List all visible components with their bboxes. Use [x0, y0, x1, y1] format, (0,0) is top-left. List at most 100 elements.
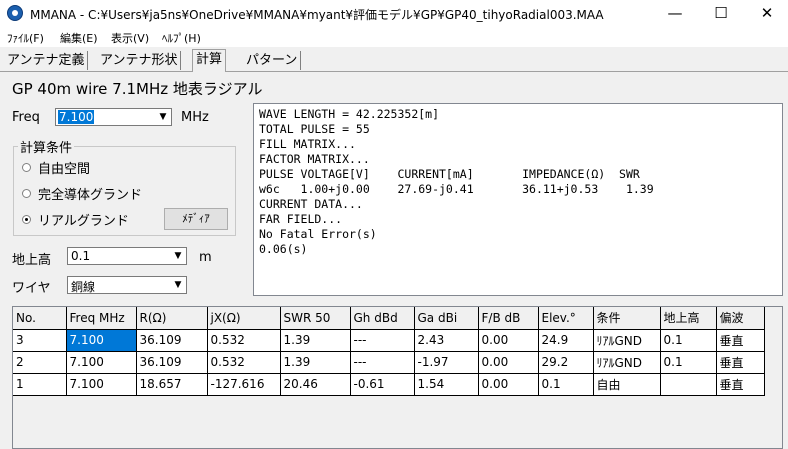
table-cell[interactable]: 0.1: [538, 373, 594, 396]
column-header[interactable]: R(Ω): [136, 307, 208, 330]
title-bar: MMANA - C:¥Users¥ja5ns¥OneDrive¥MMANA¥my…: [0, 0, 788, 27]
table-cell[interactable]: -0.61: [350, 373, 415, 396]
chevron-down-icon[interactable]: ▼: [155, 109, 171, 125]
radio-perfect-ground-label[interactable]: 完全導体グランド: [38, 184, 142, 203]
height-combo[interactable]: 0.1 ▼: [67, 247, 187, 265]
freq-combo[interactable]: 7.100 ▼: [55, 108, 172, 126]
wire-label: ワイヤ: [12, 281, 51, 296]
column-header[interactable]: 条件: [593, 307, 661, 330]
maximize-button[interactable]: ☐: [698, 0, 744, 27]
output-line: FILL MATRIX...: [259, 137, 356, 151]
table-cell[interactable]: 20.46: [280, 373, 351, 396]
table-cell[interactable]: 0.1: [660, 329, 717, 352]
chevron-down-icon[interactable]: ▼: [170, 277, 186, 293]
menu-help[interactable]: ﾍﾙﾌﾟ(H): [162, 30, 201, 46]
table-cell[interactable]: 垂直: [716, 351, 765, 374]
output-line: CURRENT DATA...: [259, 197, 363, 211]
menu-bar: ﾌｧｲﾙ(F) 編集(E) 表示(V) ﾍﾙﾌﾟ(H): [0, 27, 788, 47]
height-value: 0.1: [71, 249, 91, 263]
table-cell[interactable]: 36.109: [136, 329, 208, 352]
table-cell[interactable]: 0.1: [660, 351, 717, 374]
tab-antenna-shape[interactable]: アンテナ形状: [97, 51, 182, 70]
column-header[interactable]: Gh dBd: [350, 307, 415, 330]
tab-calculation[interactable]: 計算: [192, 49, 227, 72]
table-cell[interactable]: ---: [350, 351, 415, 374]
freq-label: Freq: [12, 110, 40, 125]
media-button[interactable]: ﾒﾃﾞｨｱ: [164, 208, 228, 230]
table-cell[interactable]: ---: [350, 329, 415, 352]
antenna-heading: GP 40m wire 7.1MHz 地表ラジアル: [12, 80, 263, 98]
output-line: 0.06(s): [259, 242, 308, 256]
table-cell[interactable]: 18.657: [136, 373, 208, 396]
calc-output-box[interactable]: WAVE LENGTH = 42.225352[m] TOTAL PULSE =…: [253, 103, 783, 296]
results-grid[interactable]: No. Freq MHz R(Ω) jX(Ω) SWR 50 Gh dBd Ga…: [12, 306, 783, 449]
radio-free-space[interactable]: [22, 163, 31, 172]
column-header[interactable]: No.: [13, 307, 67, 330]
chevron-down-icon[interactable]: ▼: [170, 248, 186, 264]
column-header[interactable]: Elev.°: [538, 307, 594, 330]
table-cell[interactable]: -127.616: [207, 373, 281, 396]
column-header[interactable]: Freq MHz: [66, 307, 137, 330]
column-header[interactable]: F/B dB: [478, 307, 539, 330]
table-cell[interactable]: 2: [13, 351, 67, 374]
table-row[interactable]: 2 7.100 36.109 0.532 1.39 --- -1.97 0.00…: [13, 351, 765, 374]
table-row[interactable]: 3 7.100 36.109 0.532 1.39 --- 2.43 0.00 …: [13, 329, 765, 352]
table-cell-selected[interactable]: 7.100: [66, 329, 137, 352]
output-line: FACTOR MATRIX...: [259, 152, 370, 166]
table-cell[interactable]: ﾘｱﾙGND: [593, 351, 661, 374]
radio-real-ground-label[interactable]: リアルグランド: [38, 210, 129, 229]
tab-pattern[interactable]: パターン: [243, 51, 302, 70]
table-cell[interactable]: 1.39: [280, 329, 351, 352]
calc-conditions-title: 計算条件: [18, 137, 75, 156]
height-label: 地上高: [12, 253, 52, 268]
column-header[interactable]: jX(Ω): [207, 307, 281, 330]
table-cell[interactable]: [660, 373, 717, 396]
table-cell[interactable]: 7.100: [66, 373, 137, 396]
radio-free-space-label[interactable]: 自由空間: [38, 158, 90, 177]
table-header-row: No. Freq MHz R(Ω) jX(Ω) SWR 50 Gh dBd Ga…: [13, 307, 765, 330]
table-cell[interactable]: 1.54: [414, 373, 479, 396]
menu-view[interactable]: 表示(V): [111, 30, 149, 46]
freq-value: 7.100: [58, 110, 95, 124]
table-cell[interactable]: 0.00: [478, 329, 539, 352]
table-cell[interactable]: 0.00: [478, 351, 539, 374]
radio-perfect-ground[interactable]: [22, 189, 31, 198]
app-icon: [7, 5, 23, 21]
table-cell[interactable]: 2.43: [414, 329, 479, 352]
column-header[interactable]: Ga dBi: [414, 307, 479, 330]
column-header[interactable]: SWR 50: [280, 307, 351, 330]
column-header[interactable]: 偏波: [716, 307, 765, 330]
table-cell[interactable]: 7.100: [66, 351, 137, 374]
table-cell[interactable]: 0.532: [207, 351, 281, 374]
table-cell[interactable]: 24.9: [538, 329, 594, 352]
freq-unit: MHz: [181, 110, 209, 125]
output-line: WAVE LENGTH = 42.225352[m]: [259, 107, 440, 121]
output-line: TOTAL PULSE = 55: [259, 122, 370, 136]
table-cell[interactable]: 垂直: [716, 329, 765, 352]
table-cell[interactable]: -1.97: [414, 351, 479, 374]
tab-antenna-definition[interactable]: アンテナ定義: [4, 51, 89, 70]
table-cell[interactable]: 1: [13, 373, 67, 396]
table-cell[interactable]: ﾘｱﾙGND: [593, 329, 661, 352]
table-cell[interactable]: 0.00: [478, 373, 539, 396]
minimize-button[interactable]: —: [652, 0, 698, 27]
table-cell[interactable]: 垂直: [716, 373, 765, 396]
table-cell[interactable]: 36.109: [136, 351, 208, 374]
menu-edit[interactable]: 編集(E): [60, 30, 98, 46]
menu-file[interactable]: ﾌｧｲﾙ(F): [7, 30, 44, 46]
table-row[interactable]: 1 7.100 18.657 -127.616 20.46 -0.61 1.54…: [13, 373, 765, 396]
table-cell[interactable]: 3: [13, 329, 67, 352]
output-line: No Fatal Error(s): [259, 227, 377, 241]
height-unit: m: [199, 250, 212, 265]
table-cell[interactable]: 1.39: [280, 351, 351, 374]
table-cell[interactable]: 29.2: [538, 351, 594, 374]
table-cell[interactable]: 自由: [593, 373, 661, 396]
window-title: MMANA - C:¥Users¥ja5ns¥OneDrive¥MMANA¥my…: [30, 8, 604, 22]
close-button[interactable]: ✕: [744, 0, 788, 27]
radio-real-ground[interactable]: [22, 215, 31, 224]
output-line: FAR FIELD...: [259, 212, 343, 226]
results-table: No. Freq MHz R(Ω) jX(Ω) SWR 50 Gh dBd Ga…: [13, 307, 765, 396]
table-cell[interactable]: 0.532: [207, 329, 281, 352]
column-header[interactable]: 地上高: [660, 307, 717, 330]
wire-combo[interactable]: 銅線 ▼: [67, 276, 187, 294]
